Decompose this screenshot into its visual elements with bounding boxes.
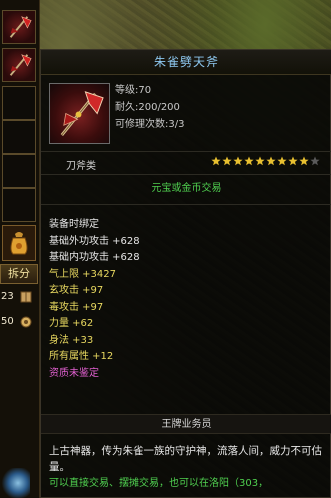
star-filled-icon bbox=[211, 156, 221, 166]
item-name: 朱雀劈天斧 bbox=[41, 50, 331, 75]
star-filled-icon bbox=[288, 156, 298, 166]
character-figure bbox=[0, 468, 30, 498]
inventory-slot-axe-2[interactable] bbox=[2, 48, 36, 82]
currency-count-a-value: 23 bbox=[1, 291, 14, 302]
bag-button[interactable] bbox=[2, 225, 36, 261]
axe-icon bbox=[60, 91, 104, 137]
split-button[interactable]: 拆分 bbox=[0, 264, 38, 284]
attribute-line: 玄攻击 +97 bbox=[49, 285, 104, 296]
attribute-line: 力量 +62 bbox=[49, 318, 94, 329]
trade-type: 元宝或金币交易 bbox=[151, 183, 222, 194]
item-durability: 耐久:200/200 bbox=[115, 102, 180, 113]
merchant-label: 王牌业务员 bbox=[41, 414, 331, 434]
attribute-line: 气上限 +3427 bbox=[49, 268, 117, 280]
currency-count-a: 23 bbox=[0, 288, 38, 306]
axe-icon bbox=[9, 16, 32, 38]
star-filled-icon bbox=[277, 156, 287, 166]
divider bbox=[41, 204, 331, 205]
item-icon-frame bbox=[49, 83, 110, 144]
bag-icon bbox=[10, 232, 28, 255]
item-level: 等级:70 bbox=[115, 85, 152, 96]
star-filled-icon bbox=[244, 156, 254, 166]
attribute-line: 装备时绑定 bbox=[49, 219, 99, 230]
inventory-slot-empty[interactable] bbox=[2, 154, 36, 188]
inventory-slot-empty[interactable] bbox=[2, 86, 36, 120]
item-type: 刀斧类 bbox=[66, 161, 96, 172]
item-basic-info: 等级:70 耐久:200/200 可修理次数:3/3 bbox=[115, 82, 184, 133]
book-icon bbox=[20, 291, 32, 303]
inventory-slot-axe-1[interactable] bbox=[2, 10, 36, 44]
attribute-line: 所有属性 +12 bbox=[49, 351, 114, 362]
inventory-slot-empty[interactable] bbox=[2, 188, 36, 222]
attribute-line: 身法 +33 bbox=[49, 334, 94, 346]
star-filled-icon bbox=[266, 156, 276, 166]
attribute-line: 资质未鉴定 bbox=[49, 367, 99, 379]
coin-icon bbox=[20, 316, 32, 328]
star-filled-icon bbox=[255, 156, 265, 166]
star-filled-icon bbox=[299, 156, 309, 166]
item-tooltip: 朱雀劈天斧 等级:70 耐久:200/200 可修理次数:3/3 刀斧类 元宝或… bbox=[40, 49, 331, 498]
inventory-slot-empty[interactable] bbox=[2, 120, 36, 154]
attribute-line: 基础内功攻击 +628 bbox=[49, 252, 140, 263]
item-attributes: 装备时绑定基础外功攻击 +628 基础内功攻击 +628 气上限 +3427 玄攻击 … bbox=[49, 217, 140, 382]
star-filled-icon bbox=[233, 156, 243, 166]
star-filled-icon bbox=[222, 156, 232, 166]
inventory-strip: 拆分 23 50 bbox=[0, 0, 40, 498]
attribute-line: 毒攻击 +97 bbox=[49, 301, 104, 313]
attribute-line: 基础外功攻击 +628 bbox=[49, 235, 140, 247]
item-repairs: 可修理次数:3/3 bbox=[115, 119, 185, 130]
item-star-rating bbox=[211, 156, 320, 166]
axe-icon bbox=[9, 54, 32, 76]
currency-count-b-value: 50 bbox=[1, 316, 14, 327]
trade-tip: 可以直接交易、摆摊交易，也可以在洛阳（303， bbox=[49, 478, 269, 489]
star-empty-icon bbox=[310, 156, 320, 166]
item-lore: 上古神器，传为朱雀一族的守护神，流落人间，威力不可估量。 bbox=[49, 445, 322, 473]
divider bbox=[41, 151, 331, 152]
currency-count-b: 50 bbox=[0, 313, 38, 331]
